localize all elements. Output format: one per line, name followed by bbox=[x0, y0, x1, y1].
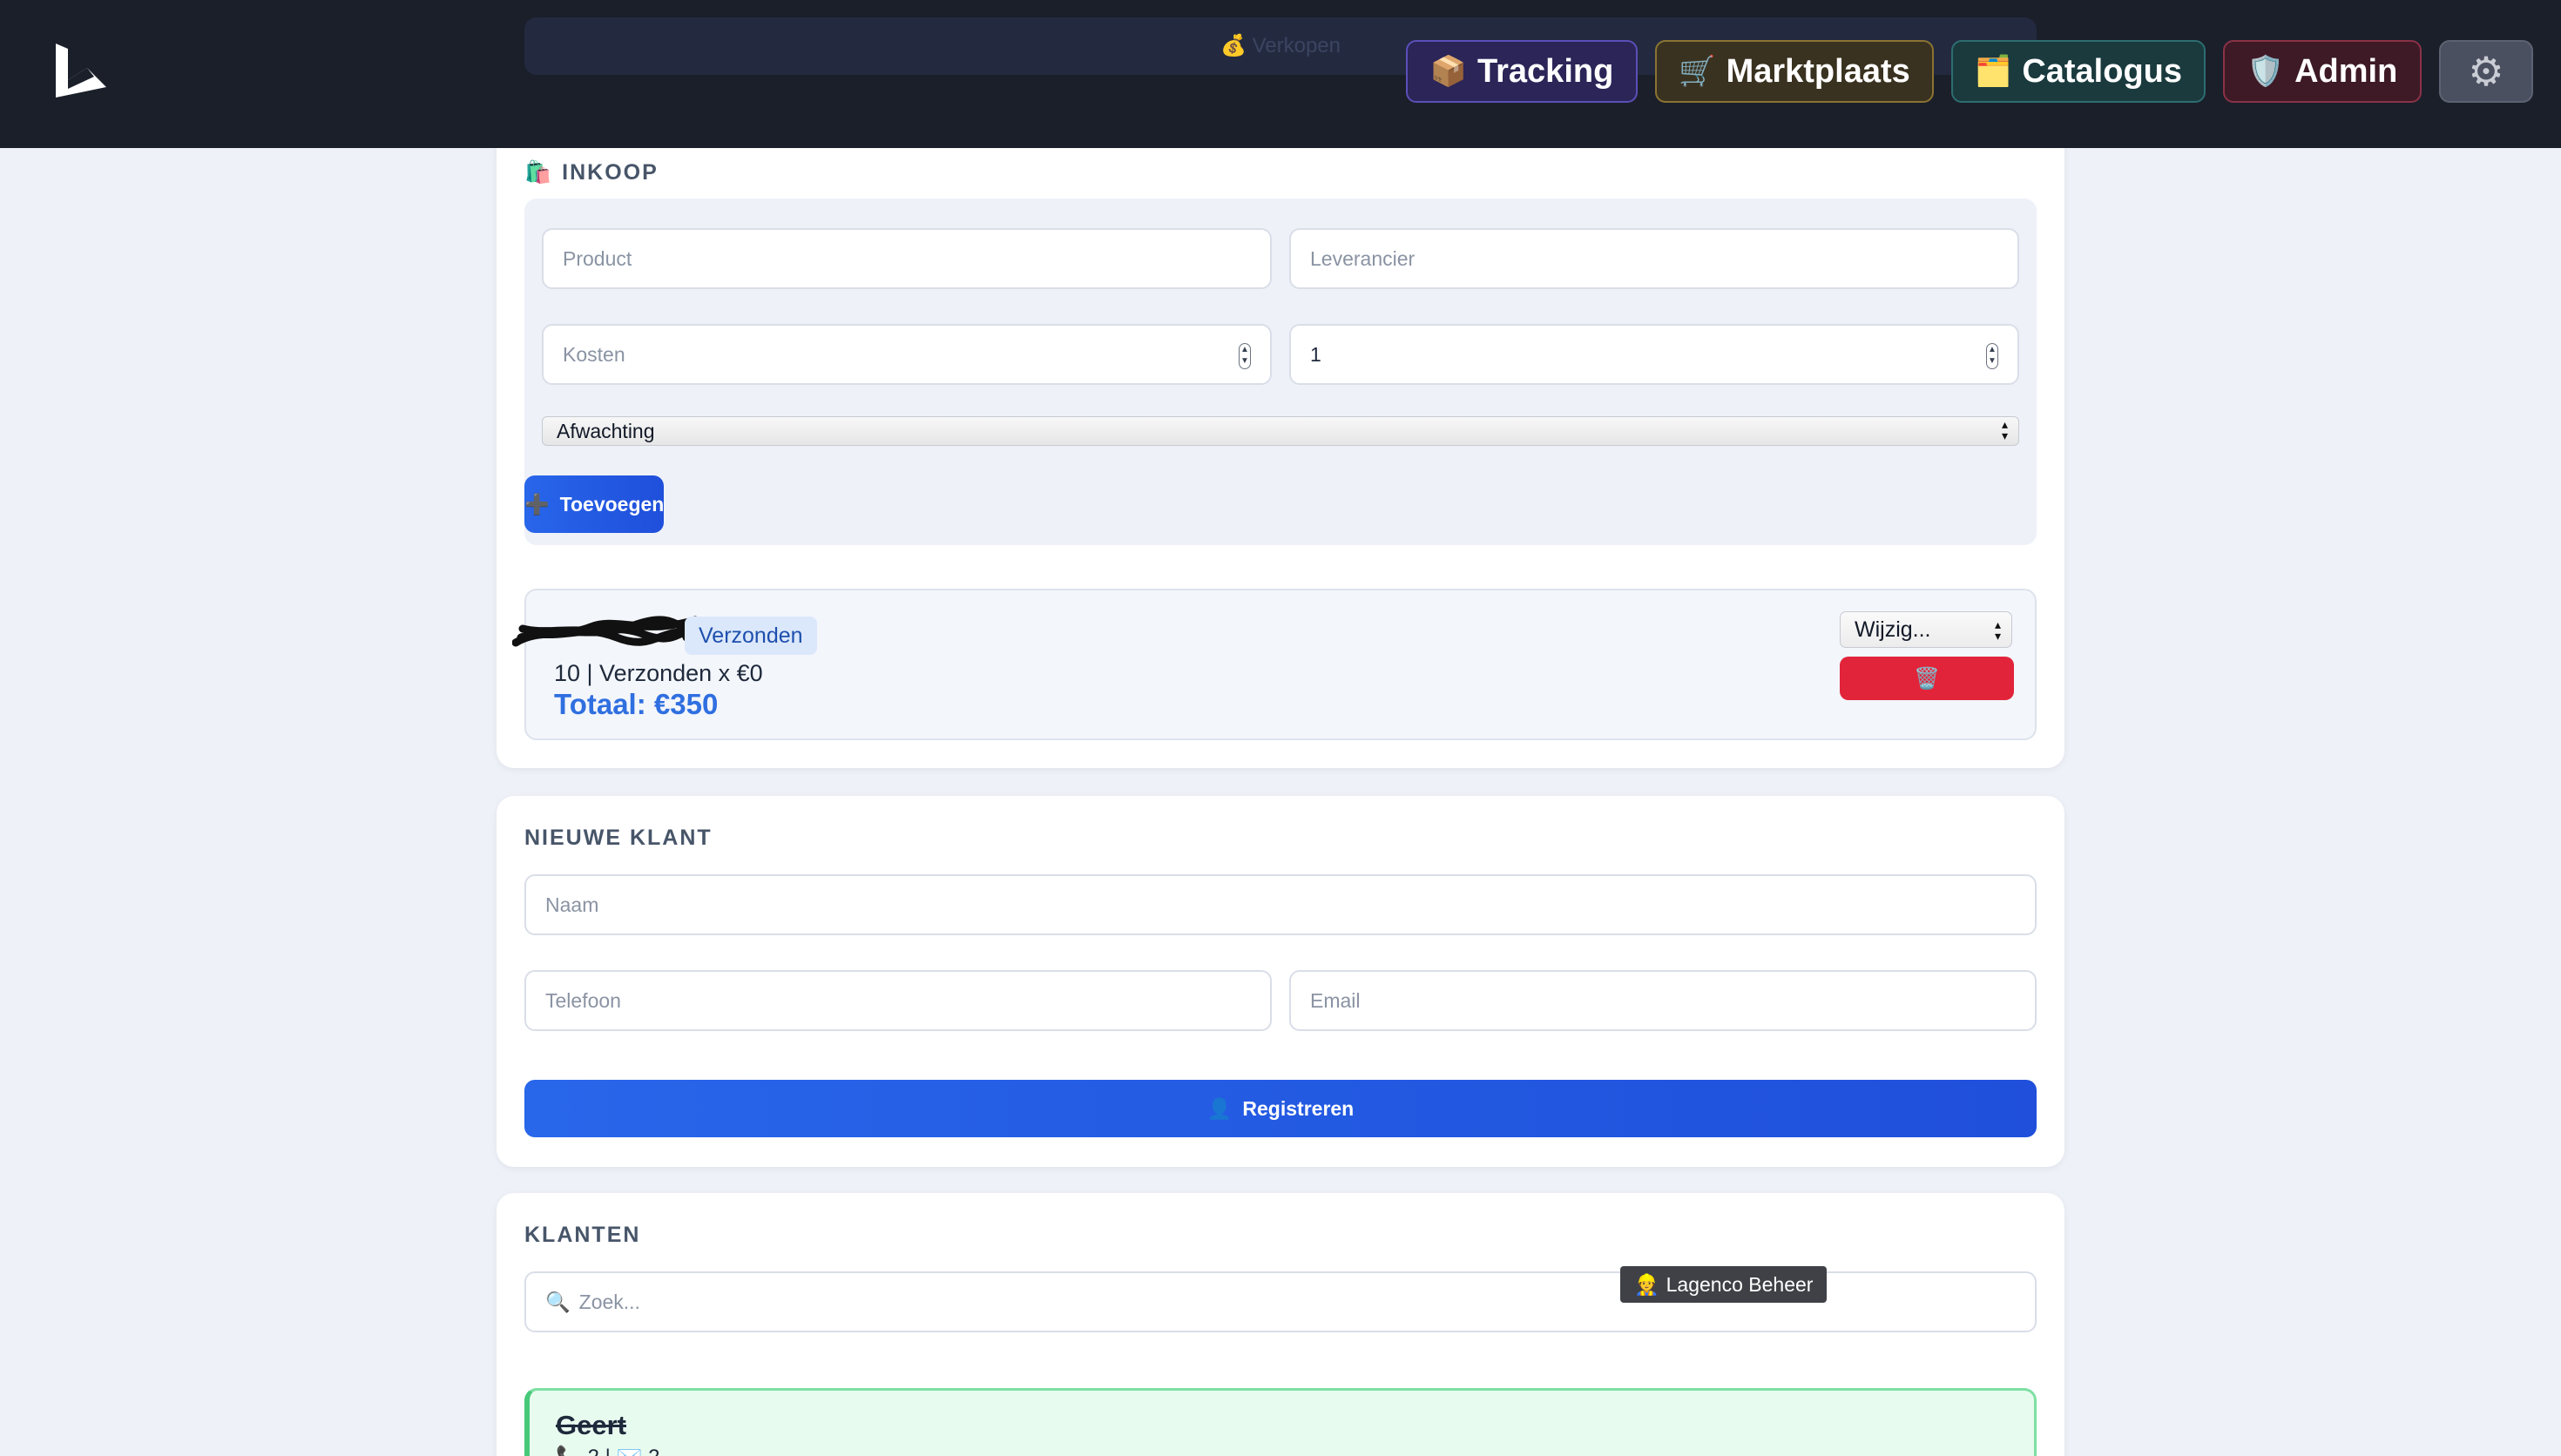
inkoop-title: 🛍️ INKOOP bbox=[524, 160, 659, 185]
wijzig-label: Wijzig... bbox=[1855, 617, 1931, 642]
top-navbar: 💰 Verkopen 📦 Tracking 🛒 Marktplaats 🗂️ C… bbox=[0, 0, 2561, 148]
client-name: Geert bbox=[556, 1410, 626, 1440]
kosten-placeholder: Kosten bbox=[563, 342, 625, 366]
select-arrows-icon: ▴ ▾ bbox=[1994, 617, 2001, 643]
registreren-button[interactable]: 👤 Registreren bbox=[524, 1080, 2037, 1137]
inkoop-status-value: Afwachting bbox=[557, 419, 655, 442]
folder-icon: 🗂️ bbox=[1974, 55, 2012, 88]
client-contact-info: 📞 2 | ✉️ 2 bbox=[556, 1445, 659, 1456]
phone-icon: 📞 bbox=[556, 1446, 582, 1456]
nav-catalogus-label: Catalogus bbox=[2022, 52, 2183, 90]
trash-icon: 🗑️ bbox=[1914, 666, 1940, 691]
delete-button[interactable]: 🗑️ bbox=[1840, 657, 2014, 700]
toevoegen-button[interactable]: ➕ Toevoegen bbox=[524, 475, 665, 533]
email-input[interactable]: Email bbox=[1289, 970, 2037, 1031]
gear-icon: ⚙ bbox=[2468, 49, 2504, 94]
wijzig-status-select[interactable]: Wijzig... ▴ ▾ bbox=[1840, 611, 2012, 648]
tooltip-label: Lagenco Beheer bbox=[1666, 1272, 1814, 1296]
client-email: 2 bbox=[648, 1446, 659, 1456]
nav-admin-label: Admin bbox=[2294, 52, 2398, 90]
product-input[interactable]: Product bbox=[542, 228, 1272, 289]
mail-icon: ✉️ bbox=[617, 1446, 643, 1456]
klanten-title: KLANTEN bbox=[524, 1223, 641, 1247]
search-icon: 🔍 bbox=[545, 1290, 571, 1313]
client-card[interactable]: Geert 📞 2 | ✉️ 2 bbox=[524, 1388, 2037, 1456]
client-phone: 2 bbox=[588, 1446, 599, 1456]
separator: | bbox=[605, 1446, 617, 1456]
package-icon: 📦 bbox=[1429, 55, 1468, 88]
shopping-bags-icon: 🛍️ bbox=[524, 160, 554, 185]
aantal-input[interactable]: 1 ▲ ▼ bbox=[1289, 324, 2019, 385]
inkoop-card: 🛍️ INKOOP Product Leverancier Kosten ▲ ▼ … bbox=[497, 131, 2064, 768]
nav-tracking-button[interactable]: 📦 Tracking bbox=[1406, 40, 1638, 103]
status-badge: Verzonden bbox=[685, 617, 817, 655]
inkoop-title-label: INKOOP bbox=[562, 160, 659, 185]
select-arrows-icon: ▴ ▾ bbox=[2001, 417, 2008, 442]
redacted-scribble bbox=[512, 616, 699, 647]
nieuwe-klant-card: NIEUWE KLANT Naam Telefoon Email 👤 Regis… bbox=[497, 796, 2064, 1167]
order-total: Totaal: €350 bbox=[554, 688, 719, 720]
shield-icon: 🛡️ bbox=[2247, 55, 2285, 88]
leverancier-input[interactable]: Leverancier bbox=[1289, 228, 2019, 289]
registreren-label: Registreren bbox=[1242, 1096, 1355, 1120]
klanten-card: KLANTEN 🔍 Zoek... Geert 📞 2 | ✉️ 2 bbox=[497, 1193, 2064, 1456]
plus-icon: ➕ bbox=[524, 492, 550, 516]
nav-tracking-label: Tracking bbox=[1477, 52, 1614, 90]
inkoop-order-item: Verzonden 10 | Verzonden x €0 Totaal: €3… bbox=[512, 589, 2037, 740]
app-logo-icon[interactable] bbox=[54, 42, 108, 99]
settings-button[interactable]: ⚙ bbox=[2439, 40, 2533, 103]
user-icon: 👤 bbox=[1206, 1096, 1233, 1120]
nieuwe-klant-title: NIEUWE KLANT bbox=[524, 826, 713, 850]
inkoop-status-select[interactable]: Afwachting ▴ ▾ bbox=[542, 416, 2019, 446]
naam-input[interactable]: Naam bbox=[524, 874, 2037, 935]
nav-marktplaats-label: Marktplaats bbox=[1726, 52, 1910, 90]
search-placeholder: Zoek... bbox=[578, 1290, 640, 1313]
worker-icon: 👷 bbox=[1634, 1272, 1659, 1296]
toevoegen-label: Toevoegen bbox=[559, 492, 665, 516]
shopping-cart-icon: 🛒 bbox=[1679, 55, 1716, 88]
telefoon-input[interactable]: Telefoon bbox=[524, 970, 1272, 1031]
inkoop-form: Product Leverancier Kosten ▲ ▼ 1 ▲ ▼ Afwac… bbox=[524, 199, 2037, 545]
kosten-input[interactable]: Kosten ▲ ▼ bbox=[542, 324, 1272, 385]
kosten-stepper[interactable]: ▲ ▼ bbox=[1239, 343, 1251, 369]
aantal-stepper[interactable]: ▲ ▼ bbox=[1986, 343, 1998, 369]
user-tooltip: 👷 Lagenco Beheer bbox=[1620, 1266, 1828, 1303]
aantal-value: 1 bbox=[1310, 342, 1321, 366]
nav-marktplaats-button[interactable]: 🛒 Marktplaats bbox=[1655, 40, 1934, 103]
order-meta: 10 | Verzonden x €0 bbox=[554, 660, 763, 686]
nav-admin-button[interactable]: 🛡️ Admin bbox=[2223, 40, 2422, 103]
nav-catalogus-button[interactable]: 🗂️ Catalogus bbox=[1951, 40, 2206, 103]
